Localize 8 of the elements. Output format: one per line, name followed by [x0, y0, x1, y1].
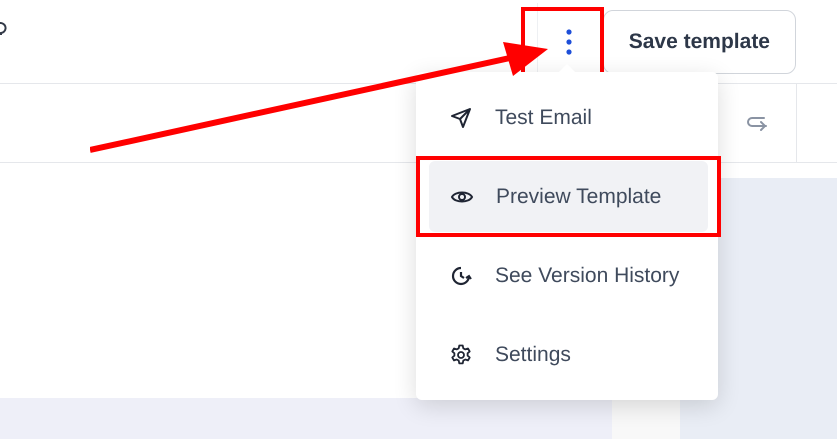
menu-item[interactable]: Preview Template	[429, 161, 708, 232]
save-template-button[interactable]: Save template	[602, 10, 796, 74]
send-icon	[449, 106, 473, 130]
menu-item[interactable]: See Version History	[428, 240, 706, 311]
menu-item[interactable]: Test Email	[428, 82, 706, 153]
more-icon	[566, 28, 572, 54]
menu-item[interactable]: Settings	[428, 319, 706, 390]
settings-icon	[449, 342, 473, 366]
